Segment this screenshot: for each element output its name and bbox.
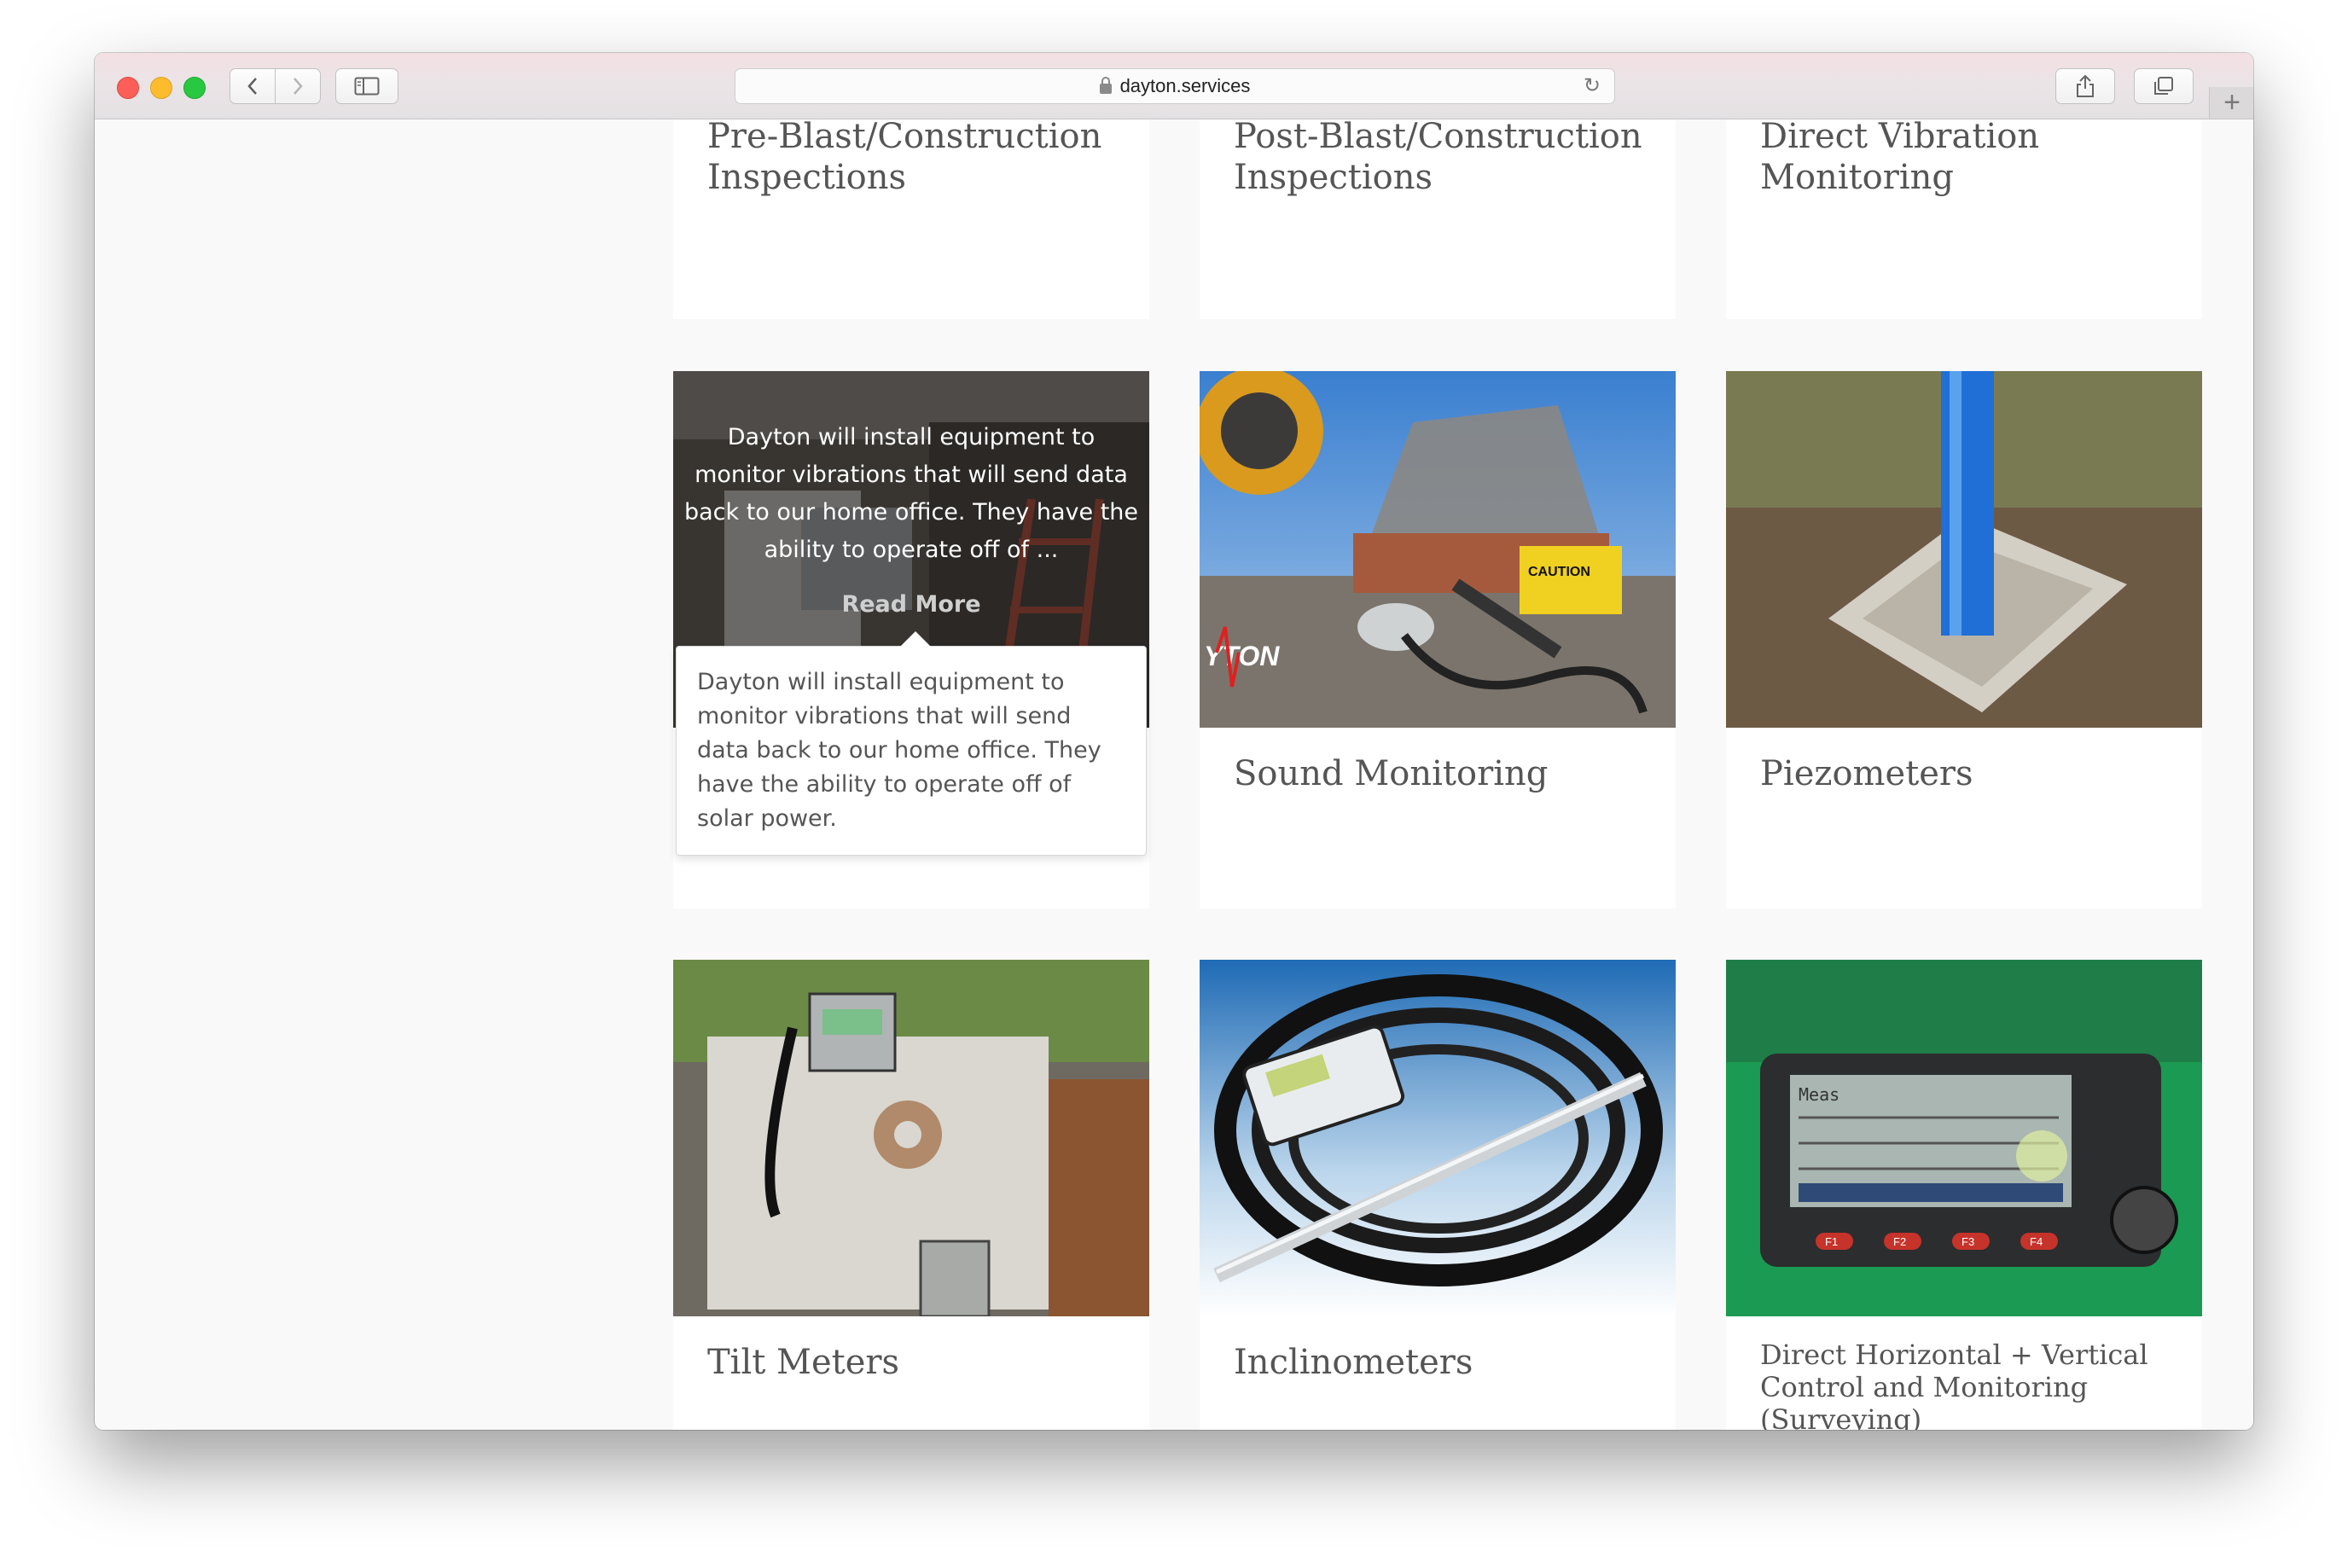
page-content: Pre-Blast/Construction Inspections Post-… [95,119,2253,1430]
service-card[interactable]: Tilt Meters [673,960,1149,1430]
card-title[interactable]: Pre-Blast/Construction Inspections [707,119,1124,198]
back-button[interactable] [230,68,276,104]
minimize-window-button[interactable] [150,77,172,99]
card-title[interactable]: Inclinometers [1234,1342,1650,1383]
sidebar-icon [354,77,380,96]
new-tab-button[interactable]: + [2209,86,2253,119]
maximize-window-button[interactable] [183,77,206,99]
card-title[interactable]: Piezometers [1760,753,2177,794]
description-tooltip: Dayton will install equipment to monitor… [676,631,1147,856]
card-image[interactable] [1200,960,1676,1316]
read-more-link[interactable]: Read More [673,591,1149,618]
instrument-screen-text: Meas [1799,1084,1839,1105]
forward-button[interactable] [275,68,321,104]
tabs-icon [2154,77,2173,95]
address-bar[interactable]: dayton.services ↻ [735,68,1615,104]
sidebar-toggle-button[interactable] [335,68,398,104]
lock-icon [1099,77,1112,94]
share-icon [2077,74,2094,97]
card-title[interactable]: Sound Monitoring [1234,753,1650,794]
service-card[interactable]: Piezometers [1726,371,2202,909]
card-image[interactable]: Meas F1 F2 F3 F4 [1726,960,2202,1316]
service-card[interactable]: Post-Blast/Construction Inspections [1200,119,1676,319]
card-image[interactable] [1726,371,2202,728]
service-card[interactable]: Meas F1 F2 F3 F4 Direct Horizontal + Ver… [1726,960,2202,1430]
back-chevron-icon [247,78,257,95]
browser-window: dayton.services ↻ + Pre-Blast/Constructi… [95,53,2253,1430]
forward-chevron-icon [294,78,303,95]
url-text: dayton.services [1119,75,1251,96]
card-image[interactable] [673,960,1149,1316]
service-card-hovered[interactable]: Dayton will install equipment to monitor… [673,371,1149,909]
service-card[interactable]: CAUTION YTON Sound Monitoring [1200,371,1676,909]
key-label: F3 [1962,1235,1974,1248]
card-title[interactable]: Direct Vibration Monitoring [1760,119,2177,198]
overlay-excerpt: Dayton will install equipment to monitor… [683,424,1139,563]
service-card[interactable]: Direct Vibration Monitoring [1726,119,2202,319]
card-title[interactable]: Direct Horizontal + Vertical Control and… [1760,1339,2177,1430]
key-label: F1 [1825,1235,1838,1248]
show-tabs-button[interactable] [2134,68,2194,104]
browser-toolbar: dayton.services ↻ + [95,53,2253,119]
card-title[interactable]: Tilt Meters [707,1342,1124,1383]
key-label: F2 [1893,1235,1906,1248]
service-card[interactable]: Inclinometers [1200,960,1676,1430]
card-title[interactable]: Post-Blast/Construction Inspections [1234,119,1650,198]
caution-sign-text: CAUTION [1528,565,1590,579]
reload-icon[interactable]: ↻ [1584,76,1601,96]
dayton-logo-text: YTON [1204,641,1280,671]
close-window-button[interactable] [117,77,139,99]
share-button[interactable] [2055,68,2115,104]
key-label: F4 [2030,1235,2043,1248]
service-card[interactable]: Pre-Blast/Construction Inspections [673,119,1149,319]
card-image[interactable]: CAUTION YTON [1200,371,1676,728]
